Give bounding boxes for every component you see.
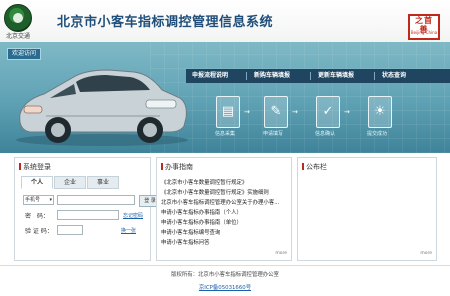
refresh-captcha-link[interactable]: 换一张 (121, 227, 136, 234)
guide-panel-title: 办事指南 (161, 162, 193, 172)
tab-institution[interactable]: 事业 (87, 176, 119, 189)
tab-personal[interactable]: 个人 (21, 176, 53, 189)
login-title-text: 系统登录 (23, 163, 51, 171)
nav-separator (374, 72, 375, 80)
banner: 欢迎访问 申报流程说明 新购车辆填报 更新车辆填报 状态查询 ▤ → ✎ → ✓… (0, 42, 450, 153)
header: 北京交通 北京市小客车指标调控管理信息系统 之首善 Beijing China (0, 0, 450, 42)
nav-separator (310, 72, 311, 80)
guide-more-link[interactable]: more (275, 251, 287, 256)
guide-item[interactable]: 北京市小客车指标调控管理办公室关于办理小客... (161, 198, 279, 206)
mobile-check-icon: ✓ (322, 104, 334, 119)
title-bar-marker (302, 163, 304, 170)
guide-title-text: 办事指南 (165, 163, 193, 171)
guide-item[interactable]: 《北京市小客车数量调控暂行规定》 (161, 178, 247, 186)
banner-grid-pattern (150, 42, 450, 153)
site-title: 北京市小客车指标调控管理信息系统 (57, 15, 274, 30)
password-input[interactable] (57, 210, 119, 220)
captcha-label: 验 证 码： (25, 228, 53, 235)
step-label: 申请填写 (263, 131, 284, 137)
login-panel-title: 系统登录 (19, 162, 51, 172)
bulletin-title-text: 公布栏 (306, 163, 327, 171)
login-panel: 系统登录 个人 企业 事业 手机号 ▾ 登 录 密 码： 忘记密码 验 证 码：… (14, 157, 161, 261)
car-illustration (16, 69, 188, 146)
guide-item[interactable]: 申请小客车指标办事指南（单位） (161, 218, 242, 226)
guide-item[interactable]: 《北京市小客车数量调控暂行规定》实施细则 (161, 188, 269, 196)
guide-item[interactable]: 申请小客车指标问答 (161, 238, 210, 246)
main-nav: 申报流程说明 新购车辆填报 更新车辆填报 状态查询 (186, 69, 450, 83)
step-info-collect: ▤ (216, 96, 240, 128)
bulletin-panel: 公布栏 more (297, 157, 437, 261)
step-info-confirm: ✓ (316, 96, 340, 128)
account-input[interactable] (57, 195, 135, 205)
nav-separator (246, 72, 247, 80)
step-label: 信息确认 (315, 131, 336, 137)
bulletin-more-link[interactable]: more (420, 251, 432, 256)
step-label: 提交成功 (367, 131, 388, 137)
account-type-select[interactable]: 手机号 ▾ (23, 195, 54, 205)
brand-badge: 之首善 Beijing China (408, 14, 440, 40)
lightbulb-icon: ☀ (374, 104, 386, 119)
arrow-right-icon: → (244, 108, 250, 116)
page: 北京交通 北京市小客车指标调控管理信息系统 之首善 Beijing China … (0, 0, 450, 296)
footer-copyright: 版权所有：北京市小客车指标调控管理办公室 (171, 272, 279, 278)
brand-badge-en: Beijing China (410, 30, 438, 35)
beijing-transport-logo (4, 4, 32, 32)
chevron-down-icon: ▾ (49, 197, 52, 203)
captcha-input[interactable] (57, 225, 83, 235)
document-icon: ▤ (221, 104, 235, 119)
forgot-password-link[interactable]: 忘记密码 (123, 212, 143, 219)
step-submit-success: ☀ (368, 96, 392, 128)
account-type-value: 手机号 (25, 197, 41, 203)
edit-icon: ✎ (270, 104, 282, 119)
footer-divider (0, 265, 450, 266)
logo-text: 北京交通 (5, 33, 30, 40)
title-bar-marker (161, 163, 163, 170)
password-label: 密 码： (25, 213, 50, 220)
guide-item[interactable]: 申请小客车指标办事指南（个人） (161, 208, 242, 216)
arrow-right-icon: → (344, 108, 350, 116)
nav-new-car-report[interactable]: 新购车辆填报 (254, 69, 290, 83)
guide-panel: 办事指南 《北京市小客车数量调控暂行规定》 《北京市小客车数量调控暂行规定》实施… (156, 157, 292, 261)
guide-item[interactable]: 申请小客车指标编号查询 (161, 228, 220, 236)
footer-icp-link[interactable]: 京ICP备05031660号 (0, 283, 450, 291)
nav-status-query[interactable]: 状态查询 (382, 69, 406, 83)
tab-enterprise[interactable]: 企业 (54, 176, 86, 189)
arrow-right-icon: → (292, 108, 298, 116)
bulletin-panel-title: 公布栏 (302, 162, 327, 172)
step-apply-fill: ✎ (264, 96, 288, 128)
nav-declaration-process[interactable]: 申报流程说明 (192, 69, 228, 83)
nav-update-car-report[interactable]: 更新车辆填报 (318, 69, 354, 83)
title-bar-marker (19, 163, 21, 170)
step-label: 信息采集 (215, 131, 236, 137)
